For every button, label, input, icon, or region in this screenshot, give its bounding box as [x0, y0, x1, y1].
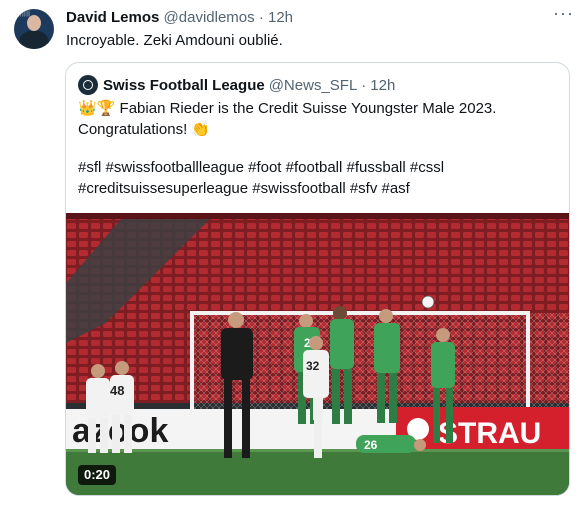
tweet-time[interactable]: 12h	[268, 9, 293, 26]
ad-text-left: azook	[72, 412, 168, 450]
hashtags-line-1[interactable]: #sfl #swissfootballleague #foot #footbal…	[78, 159, 444, 176]
tweet-text: Incroyable. Zeki Amdouni oublié.	[66, 32, 283, 49]
quoted-separator: ·	[361, 76, 367, 94]
player-number-48: 48	[110, 383, 124, 398]
video-duration-badge: 0:20	[78, 465, 117, 485]
author-avatar[interactable]: ||||||	[14, 9, 54, 49]
quoted-text-2: Congratulations!	[78, 121, 188, 138]
time-separator: ·	[258, 9, 264, 26]
quoted-author[interactable]: Swiss Football League	[103, 77, 265, 94]
quoted-header: Swiss Football League @News_SFL · 12h	[78, 75, 395, 95]
hashtags-line-2[interactable]: #creditsuissesuperleague #swissfootball …	[78, 180, 410, 197]
player-number-32: 32	[306, 359, 320, 373]
tweet-header: David Lemos @davidlemos · 12h	[66, 9, 293, 26]
author-name[interactable]: David Lemos	[66, 9, 159, 26]
author-handle[interactable]: @davidlemos	[164, 9, 255, 26]
quoted-time[interactable]: 12h	[370, 77, 395, 94]
ad-text-right: STRAU	[438, 417, 541, 450]
quoted-line-2: Congratulations! 👏	[78, 120, 210, 138]
clap-emoji-icon: 👏	[191, 121, 211, 138]
quoted-text-1: Fabian Rieder is the Credit Suisse Young…	[119, 100, 497, 117]
avatar-body	[19, 31, 49, 49]
trophy-emoji-icon: 🏆	[96, 100, 116, 117]
video-player[interactable]: azook STRAU 23	[66, 213, 569, 495]
sfl-avatar-icon[interactable]	[78, 75, 98, 95]
player-number-26: 26	[364, 438, 378, 452]
more-dots-icon[interactable]: ···	[553, 3, 574, 24]
crown-emoji-icon: 👑	[78, 100, 97, 117]
quoted-tweet[interactable]: Swiss Football League @News_SFL · 12h 👑🏆…	[65, 62, 570, 496]
quoted-handle[interactable]: @News_SFL	[269, 77, 358, 94]
avatar-head	[27, 15, 41, 31]
quoted-line-1: 👑🏆 Fabian Rieder is the Credit Suisse Yo…	[78, 99, 496, 117]
ball	[421, 295, 435, 309]
